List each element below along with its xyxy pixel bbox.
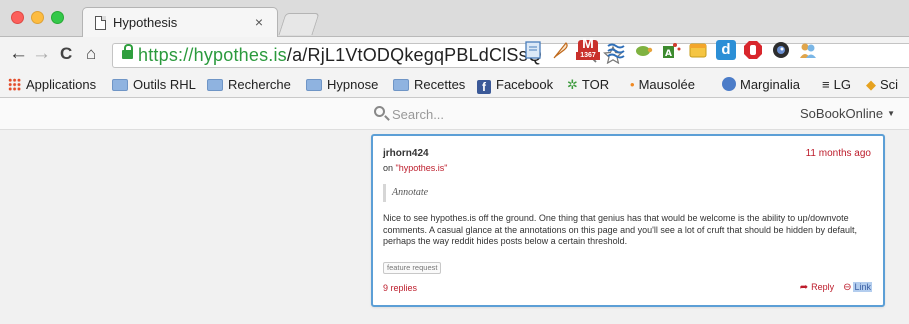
lens-extension-icon[interactable] [771, 40, 791, 60]
svg-text:A: A [665, 49, 672, 59]
tab-title: Hypothesis [113, 15, 178, 30]
annotation-body: Nice to see hypothes.is off the ground. … [383, 213, 858, 246]
bookmark-label: Applications [26, 77, 97, 92]
bookmark-marginalia[interactable]: Marginalia [722, 77, 800, 92]
link-icon[interactable]: ⊖ [843, 282, 851, 293]
folder-icon [393, 79, 409, 91]
extension-badge: 1367 [576, 52, 600, 60]
home-button[interactable]: ⌂ [86, 43, 96, 65]
on-prefix: on [383, 163, 394, 173]
user-name: SoBookOnline [800, 106, 884, 121]
back-button[interactable]: ← [9, 43, 28, 65]
annotation-document: on "hypothes.is" [383, 163, 447, 173]
link-button[interactable]: Link [853, 282, 872, 292]
document-link[interactable]: "hypothes.is" [396, 163, 448, 173]
minimize-window-button[interactable] [31, 11, 44, 24]
bookmark-mausolee[interactable]: • Mausolée [630, 77, 695, 92]
bookmark-label: Marginalia [740, 77, 800, 92]
hypothesis-page: SoBookOnline▼ jrhorn424 11 months ago on… [0, 98, 909, 324]
feed-extension-icon[interactable] [606, 40, 626, 60]
bookmark-tor[interactable]: ✲ TOR [567, 77, 609, 93]
document-extension-icon[interactable] [523, 40, 543, 60]
folder-extension-icon[interactable] [688, 40, 708, 60]
annotation-tag[interactable]: feature request [383, 262, 442, 274]
browser-toolbar: ← → C ⌂ https://hypothes.is/a/RjL1VtODQk… [0, 35, 909, 73]
facebook-icon: f [477, 80, 491, 94]
hypothesis-top-bar: SoBookOnline▼ [0, 98, 909, 130]
apps-grid-icon [8, 78, 21, 91]
bookmark-recherche[interactable]: Recherche [207, 77, 291, 92]
adblock-extension-icon[interactable] [743, 40, 763, 60]
url-path: /a/RjL1VtODQkegqPBLdClSsQ [286, 45, 543, 65]
annotation-username[interactable]: jrhorn424 [383, 148, 429, 159]
bookmark-recettes[interactable]: Recettes [393, 77, 465, 92]
reload-button[interactable]: C [60, 43, 72, 65]
quill-extension-icon[interactable] [551, 40, 571, 60]
replies-toggle[interactable]: 9 replies [383, 283, 417, 293]
close-window-button[interactable] [11, 11, 24, 24]
annotation-quote: Annotate [383, 184, 428, 202]
folder-icon [112, 79, 128, 91]
reply-icon[interactable]: ➦ [800, 282, 808, 293]
chevron-down-icon: ▼ [887, 109, 896, 118]
browser-tab-bar: Hypothesis × [0, 0, 909, 38]
tor-icon: ✲ [567, 77, 578, 92]
annotation-actions: ➦ Reply ⊖ Link [800, 282, 872, 293]
page-icon [95, 16, 106, 30]
bookmark-label: LG [833, 77, 851, 92]
bookmark-label: Recettes [414, 77, 466, 92]
bookmark-label: Sci [880, 77, 899, 92]
people-extension-icon[interactable] [798, 40, 818, 60]
url-text[interactable]: https://hypothes.is/a/RjL1VtODQkegqPBLdC… [138, 45, 542, 66]
lg-icon: ≡ [822, 77, 830, 92]
bookmarks-bar: Applications Outils RHL Recherche Hypnos… [0, 73, 909, 98]
zoom-window-button[interactable] [51, 11, 64, 24]
bookmark-label: Recherche [228, 77, 291, 92]
reply-button[interactable]: Reply [811, 282, 834, 292]
d-extension-icon[interactable]: d [716, 40, 736, 60]
user-menu[interactable]: SoBookOnline ▼ [800, 106, 895, 121]
search-icon [374, 106, 385, 117]
gmail-extension-icon[interactable]: M 1367 [576, 35, 600, 60]
flame-icon: • [630, 77, 635, 92]
bookmark-hypnose[interactable]: Hypnose [306, 77, 378, 92]
browser-tab[interactable]: Hypothesis × [82, 7, 278, 38]
translate-extension-icon[interactable]: A [661, 40, 681, 60]
annotation-timestamp[interactable]: 11 months ago [806, 148, 871, 159]
folder-icon [207, 79, 223, 91]
turtle-extension-icon[interactable] [633, 40, 653, 60]
bookmark-facebook[interactable]: f Facebook [477, 77, 553, 94]
bookmark-label: Hypnose [327, 77, 379, 92]
bookmark-lg[interactable]: ≡ LG [822, 77, 851, 92]
sci-icon: ◆ [866, 77, 876, 92]
bookmark-applications[interactable]: Applications [8, 77, 96, 92]
folder-icon [306, 79, 322, 91]
bookmark-label: Outils RHL [133, 77, 196, 92]
bookmark-outils-rhl[interactable]: Outils RHL [112, 77, 196, 92]
url-host: https://hypothes.is [138, 45, 287, 65]
globe-icon [722, 77, 736, 91]
bookmark-label: TOR [581, 77, 610, 92]
lock-icon [122, 44, 133, 59]
forward-button[interactable]: → [32, 43, 51, 65]
bookmark-label: Facebook [496, 77, 554, 92]
close-tab-icon[interactable]: × [255, 14, 263, 30]
annotation-card[interactable]: jrhorn424 11 months ago on "hypothes.is"… [371, 134, 885, 307]
bookmark-label: Mausolée [638, 77, 695, 92]
new-tab-button[interactable] [278, 13, 320, 35]
bookmark-sci[interactable]: ◆ Sci [866, 77, 898, 93]
search-input[interactable] [392, 105, 692, 123]
